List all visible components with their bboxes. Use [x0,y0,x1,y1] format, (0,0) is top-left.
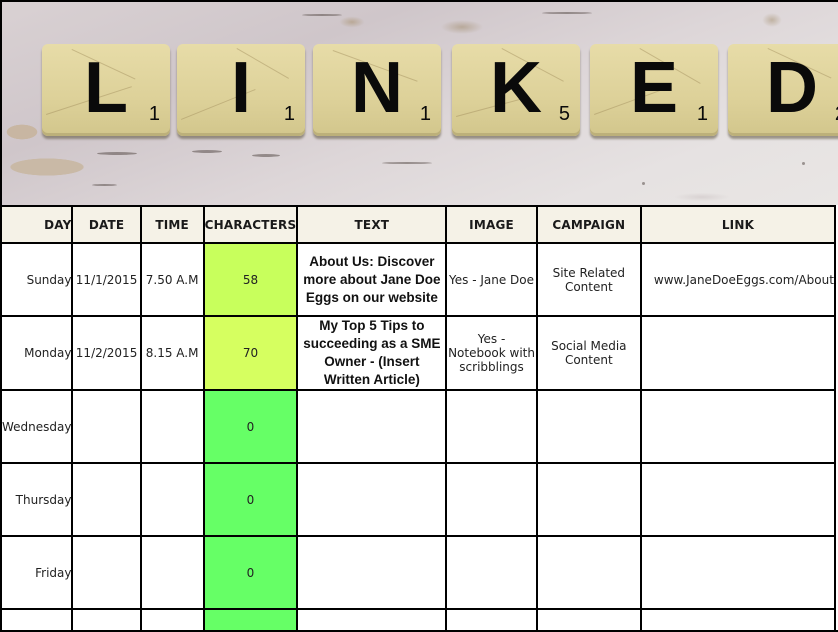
cell-day[interactable]: Sunday [2,242,74,317]
cell-image[interactable] [445,389,538,464]
cell-campaign[interactable] [535,608,642,630]
cell-date[interactable] [71,535,142,610]
cell-text[interactable] [296,608,448,630]
header-day[interactable]: DAY [2,205,74,244]
cell-day-text: Thursday [15,492,72,507]
header-date[interactable]: DATE [71,205,142,244]
cell-day[interactable]: Monday [2,315,74,391]
cell-campaign[interactable]: Site Related Content [535,242,642,317]
table-row: Friday 0 [2,535,837,610]
cell-text[interactable] [296,389,448,464]
cell-time[interactable] [139,535,205,610]
cell-text[interactable]: My Top 5 Tips to succeeding as a SME Own… [296,315,448,391]
cell-time[interactable] [139,608,205,630]
cell-image[interactable]: Yes - Notebook with scribblings [445,315,538,391]
table-row: Sunday 11/1/2015 7.50 A.M 58 About Us: D… [2,242,837,317]
header-day-label: DAY [44,217,72,232]
linkedin-banner-image: L 1 I 1 N 1 K 5 E 1 D 2 [2,2,838,205]
cell-day-text: Friday [35,565,72,580]
header-characters[interactable]: CHARACTERS [202,205,299,244]
header-link[interactable]: LINK [639,205,837,244]
cell-date[interactable]: 11/1/2015 [71,242,142,317]
tile-score: 5 [558,103,570,125]
cell-characters[interactable]: 0 [202,535,299,610]
cell-characters[interactable]: 58 [202,242,299,317]
cell-campaign[interactable] [535,462,642,537]
tile-score: 1 [283,103,295,125]
cell-campaign[interactable] [535,535,642,610]
header-time[interactable]: TIME [139,205,205,244]
cell-link[interactable] [639,608,837,630]
cell-image[interactable] [445,462,538,537]
cell-characters[interactable]: 0 [202,389,299,464]
cell-link[interactable] [639,535,837,610]
cell-day[interactable] [2,608,74,630]
header-text[interactable]: TEXT [296,205,448,244]
tile-score: 1 [148,103,160,125]
cell-time[interactable] [139,389,205,464]
tile-d: D 2 [728,44,838,136]
table-row: Thursday 0 [2,462,837,537]
cell-date[interactable] [71,389,142,464]
cell-day-text: Sunday [26,272,72,287]
cell-day[interactable]: Wednesday [2,389,74,464]
cell-campaign[interactable] [535,389,642,464]
header-image[interactable]: IMAGE [445,205,538,244]
cell-link[interactable] [639,315,837,391]
cell-day[interactable]: Thursday [2,462,74,537]
cell-link[interactable] [639,462,837,537]
cell-image[interactable]: Yes - Jane Doe [445,242,538,317]
cell-text[interactable] [296,535,448,610]
tile-score: 1 [696,103,708,125]
cell-image[interactable] [445,608,538,630]
cell-characters[interactable]: 70 [202,315,299,391]
cell-text[interactable]: About Us: Discover more about Jane Doe E… [296,242,448,317]
cell-link[interactable]: www.JaneDoeEggs.com/About [639,242,837,317]
cell-image[interactable] [445,535,538,610]
cell-time[interactable]: 7.50 A.M [139,242,205,317]
table-row [2,608,837,630]
tile-l: L 1 [42,44,170,136]
tile-score: 1 [419,103,431,125]
cell-day-text: Wednesday [2,419,72,434]
cell-day-text: Monday [24,346,72,360]
tile-i: I 1 [177,44,305,136]
table-row: Monday 11/2/2015 8.15 A.M 70 My Top 5 Ti… [2,315,837,391]
cell-date[interactable] [71,462,142,537]
cell-link[interactable] [639,389,837,464]
content-calendar-table: DAY DATE TIME CHARACTERS TEXT IMAGE CAMP… [2,205,837,630]
cell-campaign[interactable]: Social Media Content [535,315,642,391]
cell-time[interactable] [139,462,205,537]
cell-characters[interactable] [202,608,299,630]
tile-n: N 1 [313,44,441,136]
tile-e: E 1 [590,44,718,136]
table-row: Wednesday 0 [2,389,837,464]
tile-k: K 5 [452,44,580,136]
header-row: DAY DATE TIME CHARACTERS TEXT IMAGE CAMP… [2,205,837,244]
spreadsheet-view: L 1 I 1 N 1 K 5 E 1 D 2 [0,0,838,632]
cell-date[interactable]: 11/2/2015 [71,315,142,391]
cell-characters[interactable]: 0 [202,462,299,537]
tile-letter: D [766,48,818,128]
cell-day[interactable]: Friday [2,535,74,610]
cell-text[interactable] [296,462,448,537]
cell-date[interactable] [71,608,142,630]
cell-time[interactable]: 8.15 A.M [139,315,205,391]
header-campaign[interactable]: CAMPAIGN [535,205,642,244]
